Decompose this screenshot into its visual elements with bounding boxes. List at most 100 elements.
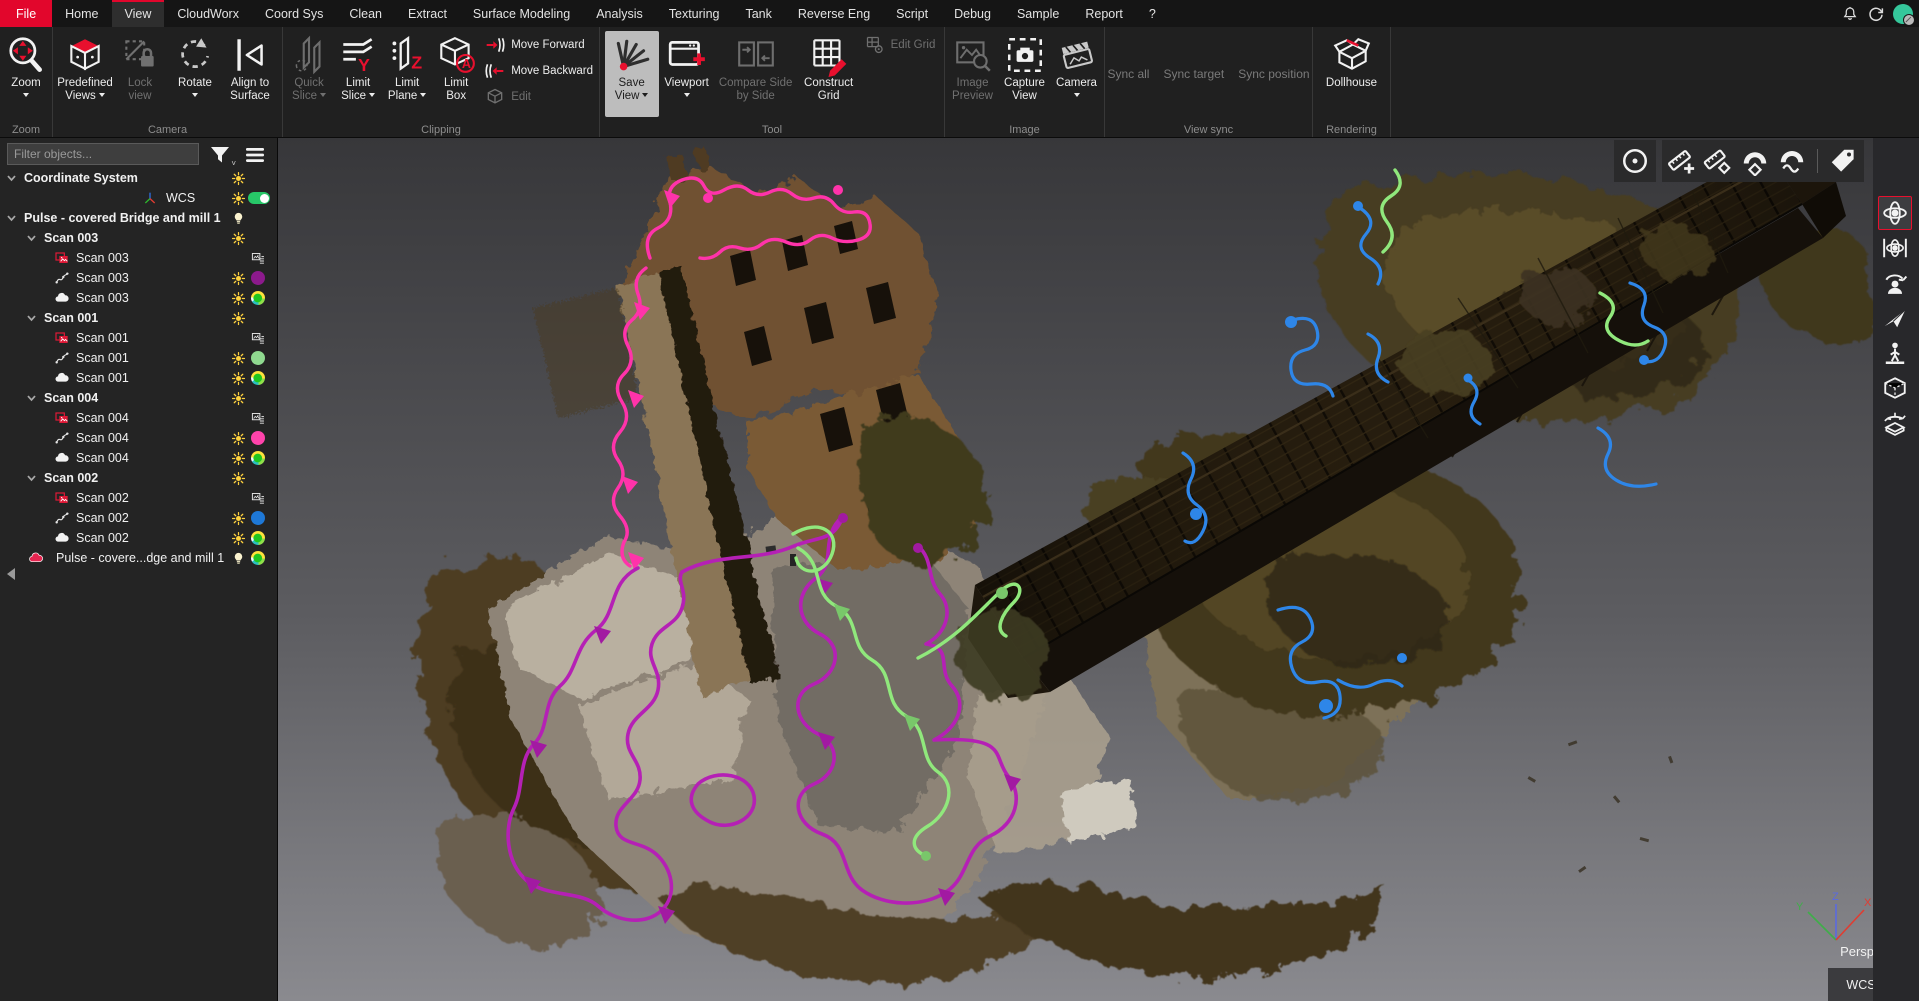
tree-item-scan004-group[interactable]: Scan 004 — [0, 388, 277, 408]
menu-tab-surface-modeling[interactable]: Surface Modeling — [460, 0, 583, 27]
viewport-3d-scene[interactable] — [278, 138, 1873, 1001]
menu-tab-clean[interactable]: Clean — [336, 0, 395, 27]
visibility-sun-icon[interactable] — [231, 231, 246, 246]
tree-item-scan003-images[interactable]: Scan 003 — [0, 248, 277, 268]
menu-tab-view[interactable]: View — [112, 0, 165, 27]
tree-item-scan001-cloud[interactable]: Scan 001 — [0, 368, 277, 388]
save-view-button[interactable]: Save View — [605, 31, 659, 117]
menu-tab-tank[interactable]: Tank — [732, 0, 784, 27]
user-avatar[interactable] — [1893, 4, 1913, 24]
image-list-icon[interactable] — [250, 251, 266, 266]
image-list-icon[interactable] — [250, 331, 266, 346]
nav-constrained-orbit-button[interactable] — [1878, 231, 1912, 265]
visibility-bulb-icon[interactable] — [231, 551, 246, 566]
zoom-button[interactable]: Zoom — [2, 31, 50, 117]
color-swatch[interactable] — [251, 451, 265, 465]
color-swatch[interactable] — [251, 351, 265, 365]
menu-tab-home[interactable]: Home — [52, 0, 111, 27]
tree-item-scan002-group[interactable]: Scan 002 — [0, 468, 277, 488]
menu-tab-sample[interactable]: Sample — [1004, 0, 1072, 27]
color-swatch[interactable] — [251, 511, 265, 525]
tree-item-pulse-merged-cloud[interactable]: Pulse - covere...dge and mill 1 — [0, 548, 277, 568]
menu-tab-coord-sys[interactable]: Coord Sys — [252, 0, 336, 27]
panel-collapse-arrow[interactable] — [1, 568, 15, 580]
measure-distance-add-icon[interactable] — [1666, 146, 1696, 176]
visibility-sun-icon[interactable] — [231, 391, 246, 406]
dollhouse-button[interactable]: Dollhouse — [1320, 31, 1384, 117]
visibility-sun-icon[interactable] — [231, 291, 246, 306]
color-swatch[interactable] — [251, 371, 265, 385]
menu-tab-analysis[interactable]: Analysis — [583, 0, 656, 27]
visibility-bulb-icon[interactable] — [231, 211, 246, 226]
sync-refresh-icon[interactable] — [1867, 5, 1885, 23]
viewport-target-tool[interactable] — [1614, 140, 1656, 182]
viewport-button[interactable]: Viewport — [660, 31, 714, 117]
visibility-sun-icon[interactable] — [231, 311, 246, 326]
visibility-sun-icon[interactable] — [231, 371, 246, 386]
color-swatch[interactable] — [251, 271, 265, 285]
tree-item-scan001-group[interactable]: Scan 001 — [0, 308, 277, 328]
tree-item-scan001-trajectory[interactable]: Scan 001 — [0, 348, 277, 368]
menu-tab-extract[interactable]: Extract — [395, 0, 460, 27]
menu-tab-help[interactable]: ? — [1136, 0, 1169, 27]
wcs-toggle-switch[interactable] — [248, 192, 270, 204]
visibility-sun-icon[interactable] — [231, 191, 246, 206]
tree-item-scan002-cloud[interactable]: Scan 002 — [0, 528, 277, 548]
color-swatch[interactable] — [251, 291, 265, 305]
visibility-sun-icon[interactable] — [231, 271, 246, 286]
menu-tab-texturing[interactable]: Texturing — [656, 0, 733, 27]
image-list-icon[interactable] — [250, 491, 266, 506]
rotate-button[interactable]: Rotate — [168, 31, 222, 117]
tree-item-scan001-images[interactable]: Scan 001 — [0, 328, 277, 348]
tree-item-scan003-trajectory[interactable]: Scan 003 — [0, 268, 277, 288]
visibility-sun-icon[interactable] — [231, 171, 246, 186]
nav-fly-button[interactable] — [1878, 301, 1912, 335]
construct-grid-button[interactable]: ConstructGrid — [798, 31, 860, 117]
nav-walk-button[interactable] — [1878, 336, 1912, 370]
color-swatch[interactable] — [251, 531, 265, 545]
tree-menu-button[interactable] — [243, 143, 269, 167]
nav-look-around-button[interactable] — [1878, 266, 1912, 300]
measure-angle-points-icon[interactable] — [1740, 146, 1770, 176]
filter-funnel-button[interactable]: ˅ — [208, 143, 234, 167]
tree-item-scan003-group[interactable]: Scan 003 — [0, 228, 277, 248]
color-swatch[interactable] — [251, 431, 265, 445]
capture-view-button[interactable]: CaptureView — [999, 31, 1050, 117]
tag-label-icon[interactable] — [1828, 146, 1858, 176]
visibility-sun-icon[interactable] — [231, 531, 246, 546]
visibility-sun-icon[interactable] — [231, 471, 246, 486]
measure-distance-points-icon[interactable] — [1703, 146, 1733, 176]
tree-item-scan004-images[interactable]: Scan 004 — [0, 408, 277, 428]
tree-item-scan002-trajectory[interactable]: Scan 002 — [0, 508, 277, 528]
predefined-views-button[interactable]: Predefined Views — [58, 31, 112, 117]
nav-orbit-button[interactable] — [1878, 196, 1912, 230]
menu-tab-reverse-eng[interactable]: Reverse Eng — [785, 0, 883, 27]
limit-plane-button[interactable]: Limit Plane — [383, 31, 431, 117]
menu-tab-report[interactable]: Report — [1072, 0, 1136, 27]
move-forward-button[interactable]: Move Forward — [485, 33, 593, 56]
visibility-sun-icon[interactable] — [231, 431, 246, 446]
visibility-sun-icon[interactable] — [231, 511, 246, 526]
menu-tab-cloudworx[interactable]: CloudWorx — [164, 0, 252, 27]
tree-item-scan003-cloud[interactable]: Scan 003 — [0, 288, 277, 308]
filter-objects-input[interactable] — [7, 143, 199, 165]
tree-item-scan004-trajectory[interactable]: Scan 004 — [0, 428, 277, 448]
tree-item-scan002-images[interactable]: Scan 002 — [0, 488, 277, 508]
visibility-sun-icon[interactable] — [231, 451, 246, 466]
align-to-surface-button[interactable]: Align toSurface — [223, 31, 277, 117]
limit-slice-button[interactable]: Limit Slice — [334, 31, 382, 117]
camera-button[interactable]: Camera — [1051, 31, 1102, 117]
limit-box-button[interactable]: LimitBox — [432, 31, 480, 117]
nav-examine-box-button[interactable] — [1878, 371, 1912, 405]
tree-item-scan004-cloud[interactable]: Scan 004 — [0, 448, 277, 468]
menu-tab-debug[interactable]: Debug — [941, 0, 1004, 27]
move-backward-button[interactable]: Move Backward — [485, 59, 593, 82]
tree-item-wcs[interactable]: WCS — [0, 188, 277, 208]
menu-tab-script[interactable]: Script — [883, 0, 941, 27]
visibility-sun-icon[interactable] — [231, 351, 246, 366]
notifications-bell-icon[interactable] — [1841, 5, 1859, 23]
color-swatch[interactable] — [251, 551, 265, 565]
nav-turntable-button[interactable] — [1878, 406, 1912, 440]
tree-item-coordinate-system[interactable]: Coordinate System — [0, 168, 277, 188]
image-list-icon[interactable] — [250, 411, 266, 426]
